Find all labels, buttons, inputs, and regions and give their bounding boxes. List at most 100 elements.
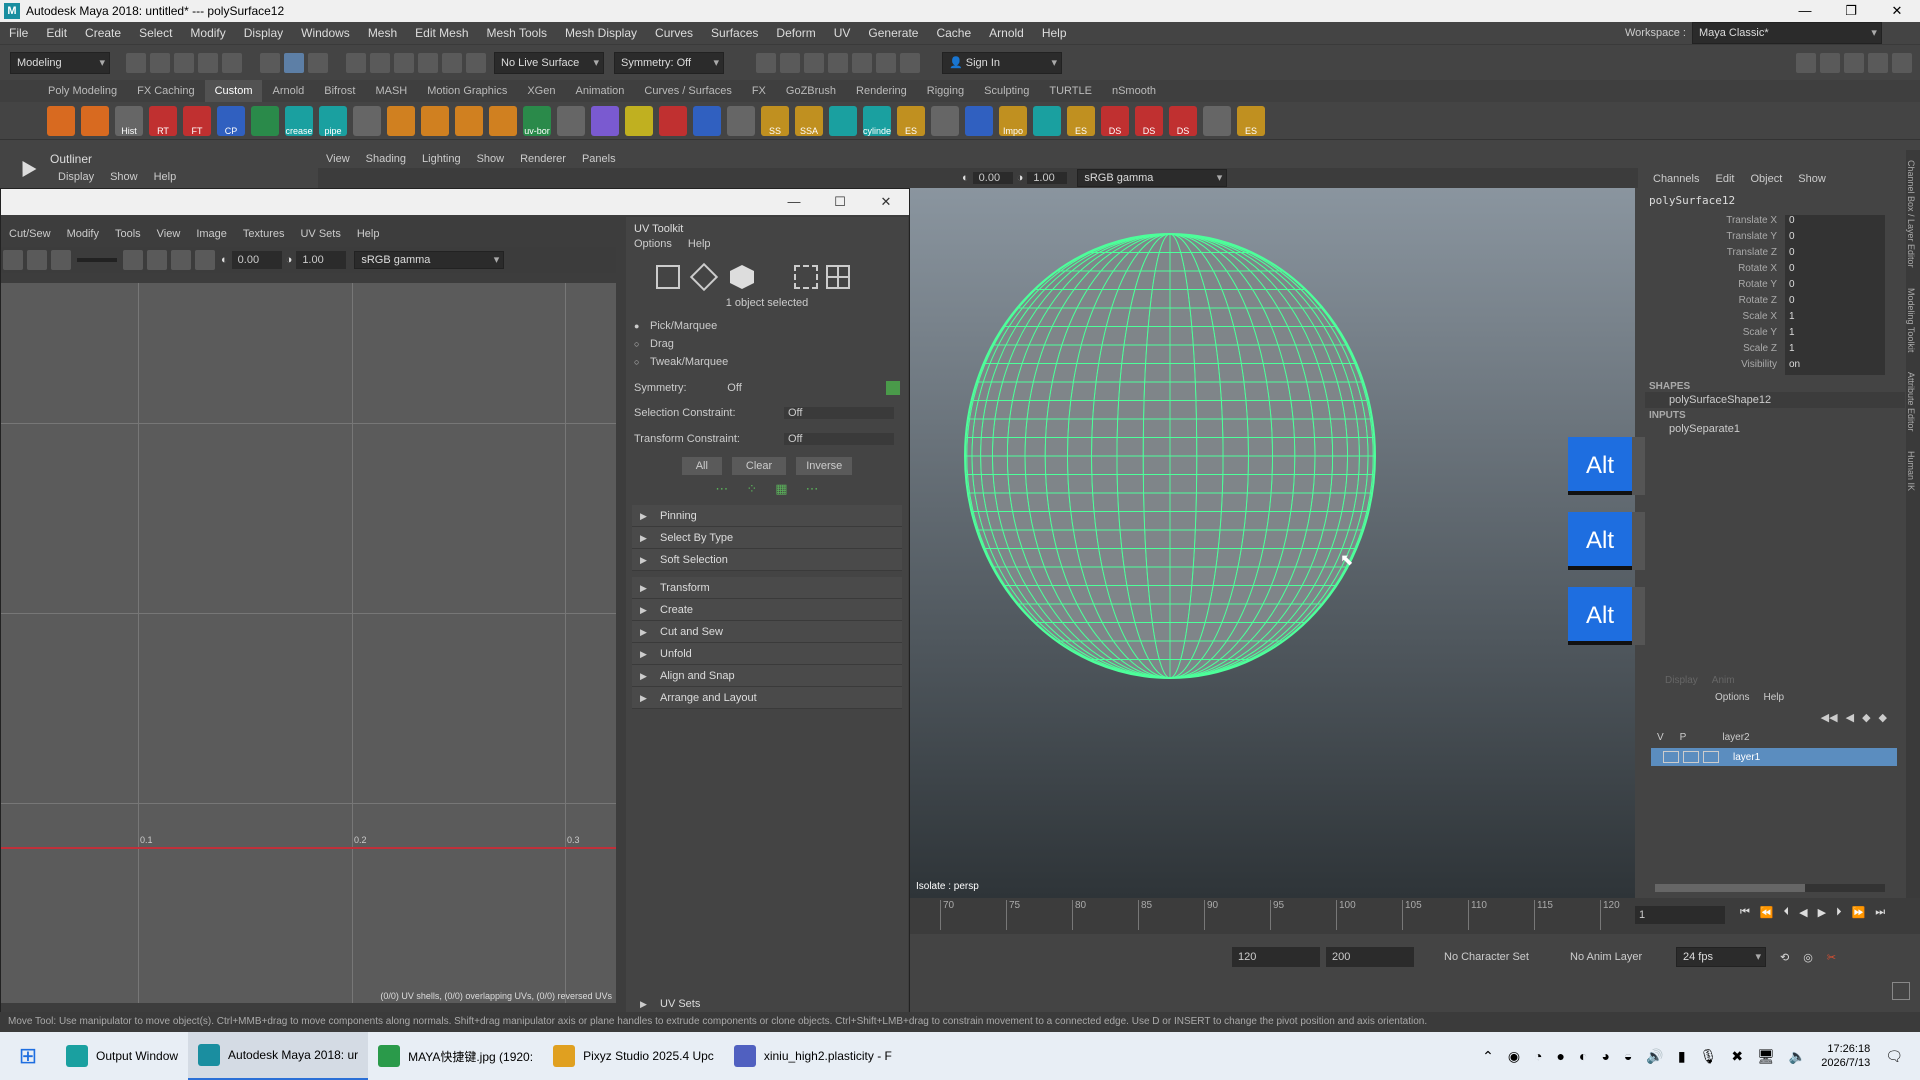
shelf-tab-curves-surfaces[interactable]: Curves / Surfaces (634, 80, 741, 102)
cb-object-name[interactable]: polySurface12 (1645, 190, 1905, 211)
shelf-tool-icon[interactable] (387, 105, 415, 136)
menu-surfaces[interactable]: Surfaces (702, 22, 767, 44)
outliner-toggle-icon[interactable] (1892, 52, 1912, 73)
attribute-editor-icon[interactable] (1820, 52, 1840, 73)
transform-constraint-dropdown[interactable]: Off (784, 433, 894, 445)
volume-icon[interactable]: 🔊 (1646, 1048, 1663, 1065)
cb-menu-show[interactable]: Show (1790, 173, 1834, 185)
new-layer-icon[interactable]: ◆ (1862, 711, 1870, 724)
radio-icon[interactable]: ○ (634, 357, 650, 367)
section-soft-selection[interactable]: Soft Selection (632, 549, 902, 571)
step-forward-key-icon[interactable]: ⏩ (1852, 906, 1866, 919)
uv-canvas[interactable]: 0.1 0.2 0.3 (0/0) UV shells, (0/0) overl… (1, 283, 616, 1003)
shelf-tool-icon[interactable] (693, 105, 721, 136)
uv-frame-all-icon[interactable] (123, 250, 143, 270)
cb-attr-scale-y[interactable]: Scale Y 1 (1645, 327, 1905, 343)
shelf-tool-icon[interactable] (353, 105, 381, 136)
shelf-tool-icon[interactable] (557, 105, 585, 136)
character-set-dropdown[interactable]: No Character Set (1444, 951, 1554, 963)
layer-display-toggle[interactable] (1703, 751, 1719, 763)
layer-tab-display[interactable]: Display (1665, 675, 1698, 686)
shelf-tool-icon[interactable]: SSA (795, 105, 823, 136)
save-scene-icon[interactable] (174, 52, 194, 73)
uv-grid-icon[interactable] (3, 250, 23, 270)
uv-exposure-field[interactable]: 0.00 (231, 251, 282, 269)
uv-gamma-icon[interactable]: ◑ (286, 254, 293, 266)
uv-menu-uv-sets[interactable]: UV Sets (292, 228, 348, 240)
symmetry-dropdown[interactable]: Off (727, 382, 886, 394)
symmetry-grid-icon[interactable] (886, 381, 900, 395)
uv-maximize-button[interactable]: ☐ (817, 189, 863, 215)
cb-attr-value[interactable]: 1 (1785, 327, 1885, 343)
vp-gamma-field[interactable]: 1.00 (1027, 172, 1068, 184)
shelf-tab-arnold[interactable]: Arnold (262, 80, 314, 102)
anim-prefs-icon[interactable]: ✂ (1827, 951, 1836, 964)
uv-menu-tools[interactable]: Tools (107, 228, 149, 240)
shelf-tool-icon[interactable] (591, 105, 619, 136)
menu-mesh-tools[interactable]: Mesh Tools (478, 22, 556, 44)
snap-surface-icon[interactable] (442, 52, 462, 73)
uv-menu-modify[interactable]: Modify (59, 228, 107, 240)
object-mode-icon[interactable] (656, 265, 680, 289)
radio-icon[interactable]: ● (634, 321, 650, 331)
menu-mesh-display[interactable]: Mesh Display (556, 22, 646, 44)
shelf-tool-icon[interactable] (81, 105, 109, 136)
loop-icon[interactable]: ⟲ (1780, 951, 1789, 964)
sign-in-dropdown[interactable]: 👤 Sign In (942, 51, 1062, 74)
cb-menu-channels[interactable]: Channels (1645, 173, 1707, 185)
shelf-tab-animation[interactable]: Animation (565, 80, 634, 102)
shelf-tool-icon[interactable] (251, 105, 279, 136)
step-forward-frame-icon[interactable]: ⏵ (1836, 906, 1842, 919)
shelf-tool-icon[interactable]: uv-bor (523, 105, 551, 136)
shelf-tool-icon[interactable] (931, 105, 959, 136)
uv-editor-titlebar[interactable]: — ☐ ✕ (1, 189, 909, 215)
shelf-tool-icon[interactable] (829, 105, 857, 136)
uv-pixel-snap-icon[interactable] (195, 250, 215, 270)
maximize-button[interactable]: ❐ (1828, 0, 1874, 22)
select-border-icon[interactable]: ▦ (775, 481, 787, 497)
cb-attr-value[interactable]: 0 (1785, 263, 1885, 279)
layer1-label[interactable]: layer1 (1733, 752, 1760, 763)
time-slider[interactable]: 70 75 80 85 90 95 100 105 110 115 120 1 ⏮ ⏪ ⏴ ◀ ▶ … (910, 898, 1920, 934)
shelf-tool-icon[interactable] (421, 105, 449, 136)
menu-cache[interactable]: Cache (927, 22, 980, 44)
shelf-tool-icon[interactable] (1033, 105, 1061, 136)
hypershade-icon[interactable] (852, 52, 872, 73)
redo-icon[interactable] (222, 52, 242, 73)
render-settings-icon[interactable] (828, 52, 848, 73)
shelf-tool-icon[interactable]: ES (1237, 105, 1265, 136)
play-forward-icon[interactable]: ▶ (1818, 906, 1826, 919)
section-cut-and-sew[interactable]: Cut and Sew (632, 621, 902, 643)
vertex-mode-icon[interactable] (689, 262, 719, 292)
mode-dropdown[interactable]: Modeling (10, 51, 110, 74)
clock-date[interactable]: 2026/7/13 (1821, 1056, 1870, 1070)
go-to-start-icon[interactable]: ⏮ (1740, 906, 1750, 919)
cb-menu-object[interactable]: Object (1742, 173, 1790, 185)
menu-windows[interactable]: Windows (292, 22, 359, 44)
modeling-toolkit-icon[interactable] (1796, 52, 1816, 73)
new-layer-selected-icon[interactable]: ◆ (1879, 711, 1887, 724)
tray-expand-icon[interactable]: ⌃ (1482, 1048, 1494, 1065)
open-scene-icon[interactable] (150, 52, 170, 73)
shelf-tool-icon[interactable]: CP (217, 105, 245, 136)
shelf-tool-icon[interactable]: RT (149, 105, 177, 136)
auto-key-icon[interactable]: ◎ (1803, 951, 1813, 964)
uv-checker-icon[interactable] (27, 250, 47, 270)
menu-arnold[interactable]: Arnold (980, 22, 1033, 44)
cb-attr-translate-z[interactable]: Translate Z 0 (1645, 247, 1905, 263)
select-hierarchy-icon[interactable] (260, 52, 280, 73)
shelf-tool-icon[interactable] (1203, 105, 1231, 136)
menu-curves[interactable]: Curves (646, 22, 702, 44)
layer-visibility-toggle[interactable] (1663, 751, 1679, 763)
menu-modify[interactable]: Modify (181, 22, 234, 44)
snap-curve-icon[interactable] (370, 52, 390, 73)
snap-live-icon[interactable] (466, 52, 486, 73)
cb-attr-value[interactable]: 0 (1785, 295, 1885, 311)
layer-tab-anim[interactable]: Anim (1712, 675, 1735, 686)
mode-drag[interactable]: ○ Drag (634, 335, 908, 353)
shelf-tool-icon[interactable]: DS (1169, 105, 1197, 136)
shelf-tab-poly-modeling[interactable]: Poly Modeling (38, 80, 127, 102)
snap-point-icon[interactable] (394, 52, 414, 73)
tool-settings-icon[interactable] (1844, 52, 1864, 73)
mic-icon[interactable]: 🎙 (1700, 1048, 1718, 1065)
